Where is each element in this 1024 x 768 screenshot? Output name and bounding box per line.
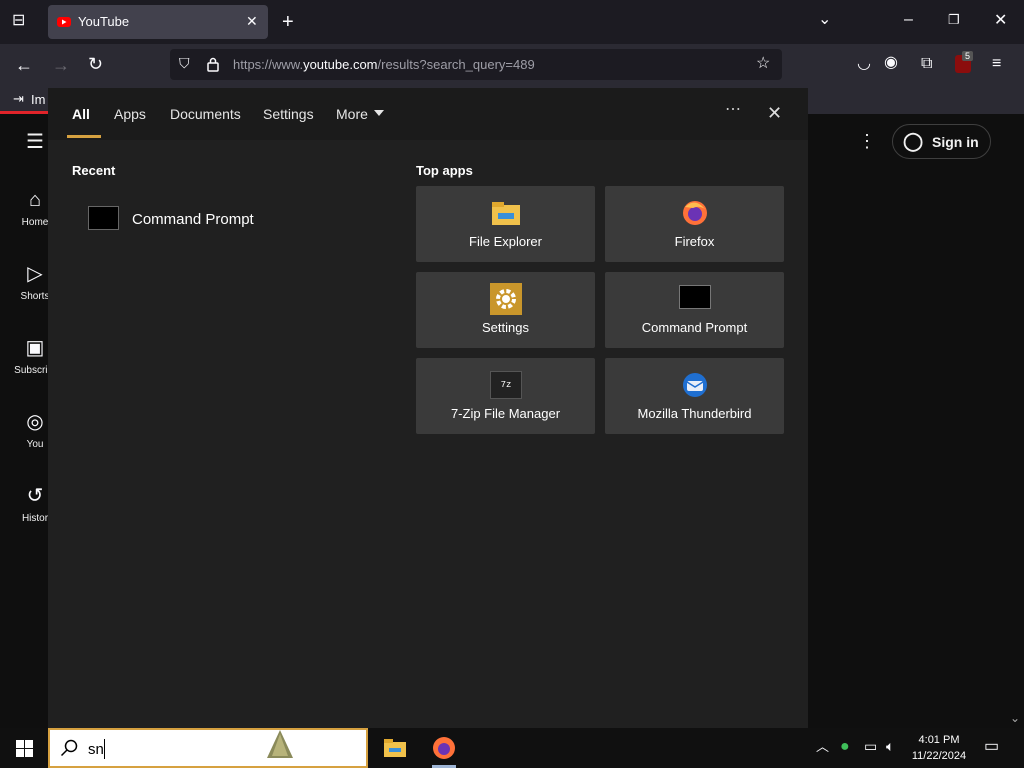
search-input[interactable]: sn [88,741,104,758]
file-explorer-taskbar-icon[interactable] [384,738,406,758]
user-icon: ◯ [903,131,924,151]
import-icon[interactable]: ⇥ [13,92,24,105]
app-tile-settings[interactable]: Settings [416,272,595,348]
tab-documents[interactable]: Documents [170,106,241,122]
url-bar[interactable]: ⛉ https://www.youtube.com/results?search… [170,49,782,80]
hamburger-menu-icon[interactable]: ☰ [26,132,44,152]
extension-badge: 5 [962,51,974,61]
forward-icon[interactable]: → [52,56,70,74]
you-icon: ◎ [26,411,44,433]
tab-apps[interactable]: Apps [114,106,146,122]
firefox-icon [683,201,707,225]
tab-bar: ⊟ YouTube ✕ + ⌄ – ❐ ✕ [0,0,1024,44]
clock[interactable]: 4:01 PM 11/22/2024 [908,732,970,764]
reload-icon[interactable]: ↻ [88,55,103,73]
app-tile-label: Mozilla Thunderbird [637,406,752,421]
restore-icon[interactable]: ❐ [948,13,960,26]
shield-icon[interactable]: ⛉ [179,56,190,70]
network-user-icon[interactable]: ● [840,739,850,755]
clock-date: 11/22/2024 [911,750,967,762]
notifications-icon[interactable]: ▭ [984,739,999,755]
top-apps-header: Top apps [416,163,473,178]
close-panel-icon[interactable]: ✕ [767,104,782,122]
pocket-icon[interactable]: ◡ [857,56,871,72]
search-highlight-icon [267,730,293,758]
text-cursor [104,739,105,759]
new-tab-icon[interactable]: + [282,12,294,32]
youtube-favicon-icon [57,17,71,27]
command-prompt-icon [88,206,119,230]
url-prefix: https://www. [233,57,304,72]
active-tab-indicator [67,135,101,138]
search-tabs: All Apps Documents Settings More ⋯ ✕ [48,88,808,140]
scroll-down-icon[interactable]: ⌄ [1010,712,1020,724]
taskbar-search-box[interactable]: sn [48,728,368,768]
tab-youtube[interactable]: YouTube ✕ [48,5,268,39]
sign-in-button[interactable]: ◯ Sign in [892,124,991,159]
lock-icon[interactable] [207,57,219,72]
show-hidden-icons-chevron-icon[interactable]: ︿ [816,740,829,753]
command-prompt-icon [679,285,711,309]
tab-close-icon[interactable]: ✕ [246,14,258,28]
firefox-taskbar-icon[interactable] [432,736,456,760]
tab-settings[interactable]: Settings [263,106,314,122]
settings-gear-icon [490,283,522,315]
app-tile-label: Command Prompt [641,320,748,335]
window-close-icon[interactable]: ✕ [994,13,1007,29]
more-chevron-icon[interactable] [374,110,384,116]
more-options-icon[interactable]: ⋯ [725,102,741,118]
search-icon [60,739,78,757]
home-icon: ⌂ [28,189,42,211]
tab-list-icon[interactable]: ⊟ [12,13,25,29]
app-tile-label: Firefox [674,234,715,249]
url-domain: youtube.com [303,57,378,72]
app-tile-command-prompt[interactable]: Command Prompt [605,272,784,348]
bookmark-star-icon[interactable]: ☆ [756,56,770,72]
app-tile-label: Settings [482,320,529,335]
tab-overflow-chevron-icon[interactable]: ⌄ [818,12,831,28]
extensions-icon[interactable]: ⧉ [921,56,932,72]
volume-icon[interactable]: 🔈︎ [886,739,894,753]
back-icon[interactable]: ← [15,56,33,74]
url-text: https://www.youtube.com/results?search_q… [233,57,535,72]
history-icon: ↺ [26,485,44,507]
tab-all[interactable]: All [72,106,90,122]
start-search-panel: All Apps Documents Settings More ⋯ ✕ Rec… [48,88,808,728]
windows-start-icon[interactable] [16,740,33,757]
clock-time: 4:01 PM [918,734,960,746]
app-tile-firefox[interactable]: Firefox [605,186,784,262]
minimize-icon[interactable]: – [904,12,913,28]
thunderbird-icon [683,373,707,397]
sign-in-label: Sign in [932,134,979,150]
recent-item[interactable]: Command Prompt [80,200,380,240]
app-tile-label: File Explorer [469,234,542,249]
recent-item-label: Command Prompt [132,211,254,228]
menu-icon[interactable]: ≡ [992,56,1001,72]
tab-title: YouTube [78,14,130,29]
bookmark-import-label[interactable]: Im [31,92,45,107]
url-path: /results?search_query=489 [377,57,535,72]
more-options-icon[interactable]: ⋮ [858,132,876,150]
app-tile-file-explorer[interactable]: File Explorer [416,186,595,262]
network-icon[interactable]: ▭ [864,739,877,753]
app-tile-label: 7-Zip File Manager [450,406,561,421]
tab-more[interactable]: More [336,106,368,122]
file-explorer-icon [492,202,520,225]
7zip-icon: 7z [490,371,522,399]
recent-header: Recent [72,163,116,178]
app-tile-7zip[interactable]: 7z 7-Zip File Manager [416,358,595,434]
app-tile-thunderbird[interactable]: Mozilla Thunderbird [605,358,784,434]
account-icon[interactable]: ◉ [884,55,898,71]
subscriptions-icon: ▣ [25,337,45,359]
shorts-icon: ▷ [27,263,43,285]
